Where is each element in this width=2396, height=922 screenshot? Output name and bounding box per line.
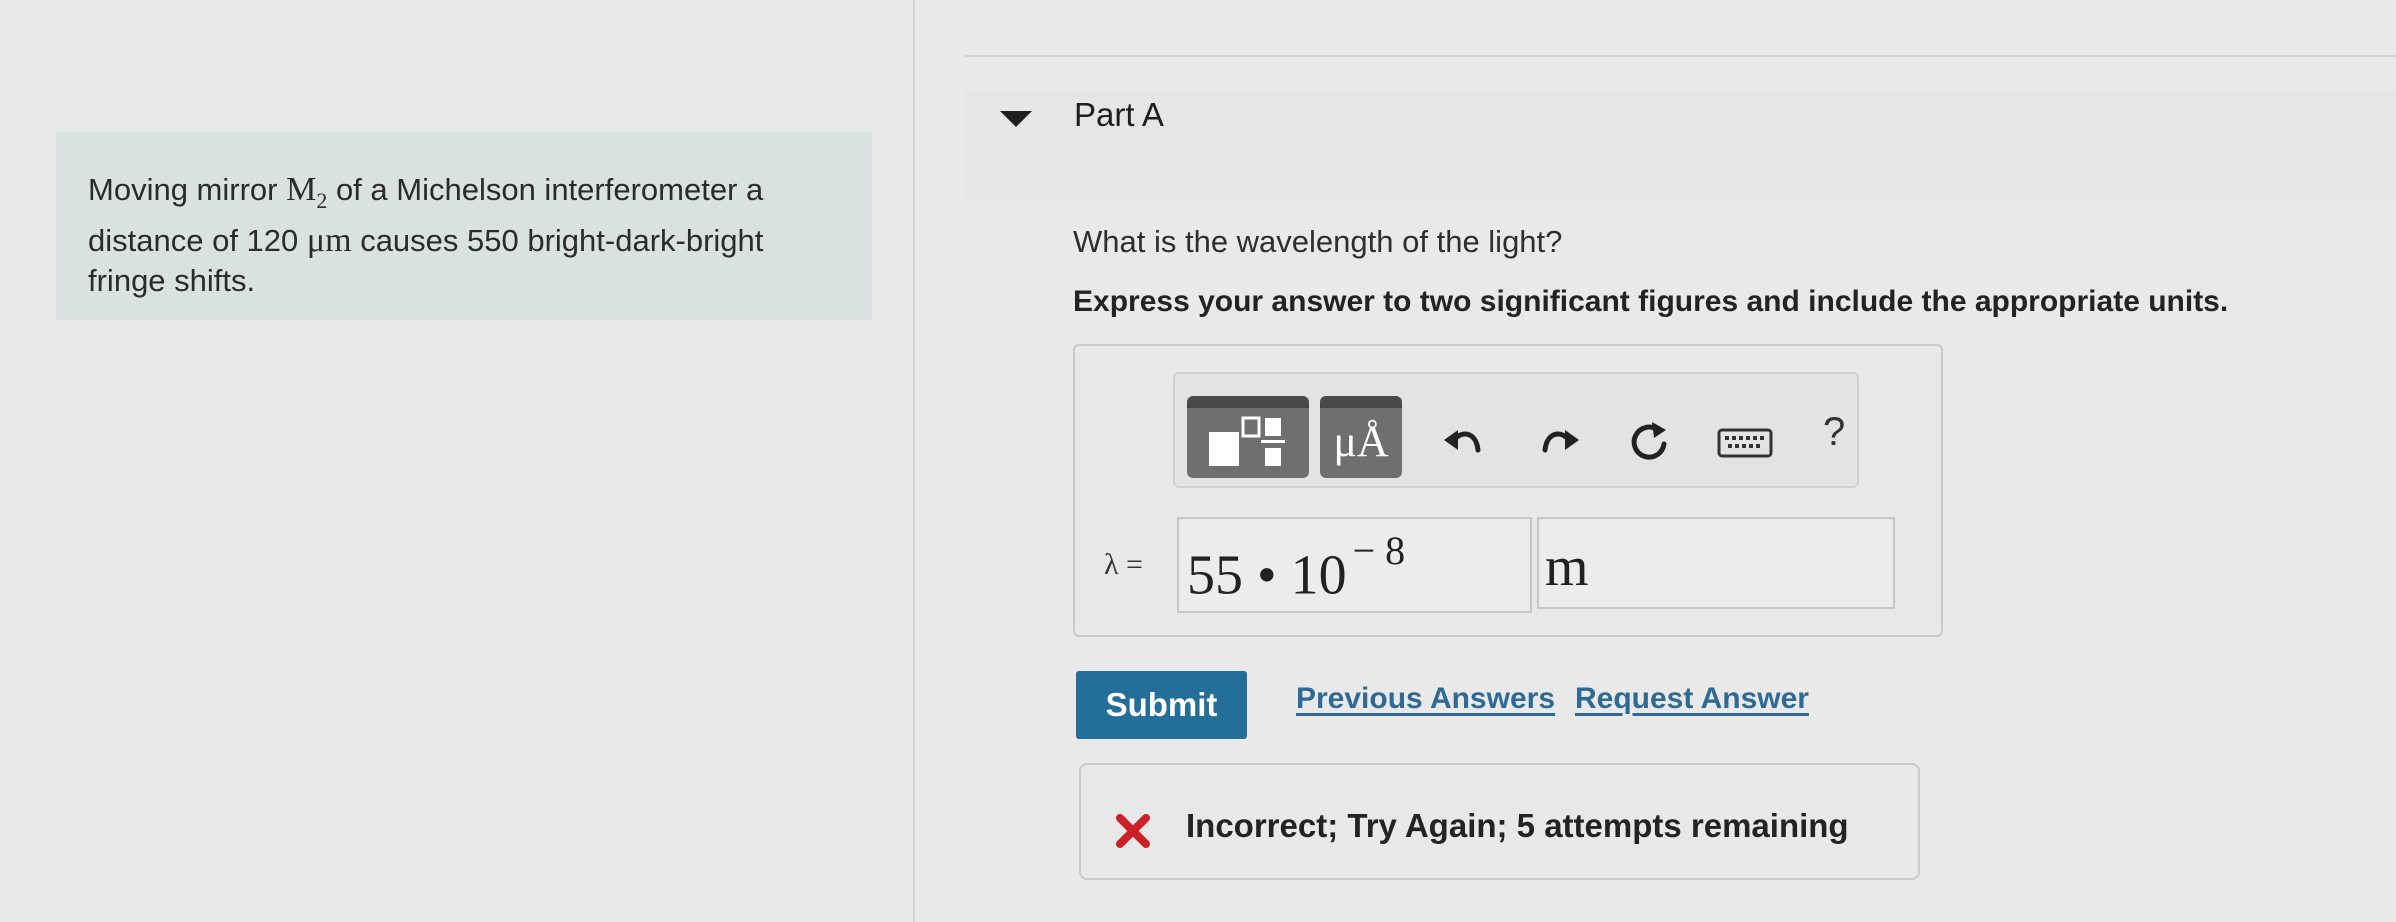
answer-label: λ = <box>1104 548 1143 581</box>
value-input[interactable]: 55 • 10− 8 <box>1177 517 1532 613</box>
incorrect-x-icon <box>1116 814 1150 848</box>
units-button[interactable]: μÅ <box>1320 396 1402 478</box>
redo-icon[interactable] <box>1533 418 1583 468</box>
value-exponent: − 8 <box>1352 528 1406 573</box>
section-divider <box>965 55 2396 57</box>
problem-text-1: Moving mirror <box>88 172 287 207</box>
instruction-text: Express your answer to two significant f… <box>1073 285 2229 318</box>
help-icon[interactable]: ? <box>1823 410 1845 455</box>
problem-statement: Moving mirror M2 of a Michelson interfer… <box>56 132 872 320</box>
feedback-message: Incorrect; Try Again; 5 attempts remaini… <box>1186 807 1849 844</box>
reset-icon[interactable] <box>1624 418 1674 468</box>
question-text: What is the wavelength of the light? <box>1073 224 1563 259</box>
column-divider <box>913 0 915 922</box>
templates-button[interactable] <box>1187 396 1309 478</box>
undo-icon[interactable] <box>1440 418 1490 468</box>
keyboard-icon[interactable] <box>1716 418 1774 468</box>
unit-input[interactable]: m <box>1537 517 1895 609</box>
unit-symbol: μm <box>306 221 352 259</box>
request-answer-link[interactable]: Request Answer <box>1575 682 1809 716</box>
collapse-caret-icon[interactable] <box>1000 111 1032 127</box>
previous-answers-link[interactable]: Previous Answers <box>1296 682 1555 716</box>
units-icon: μÅ <box>1333 417 1389 466</box>
templates-icon <box>1209 416 1285 466</box>
part-title: Part A <box>1074 96 1164 133</box>
submit-button[interactable]: Submit <box>1076 671 1247 739</box>
part-header[interactable] <box>965 90 2396 200</box>
mirror-symbol: M2 <box>286 171 328 213</box>
